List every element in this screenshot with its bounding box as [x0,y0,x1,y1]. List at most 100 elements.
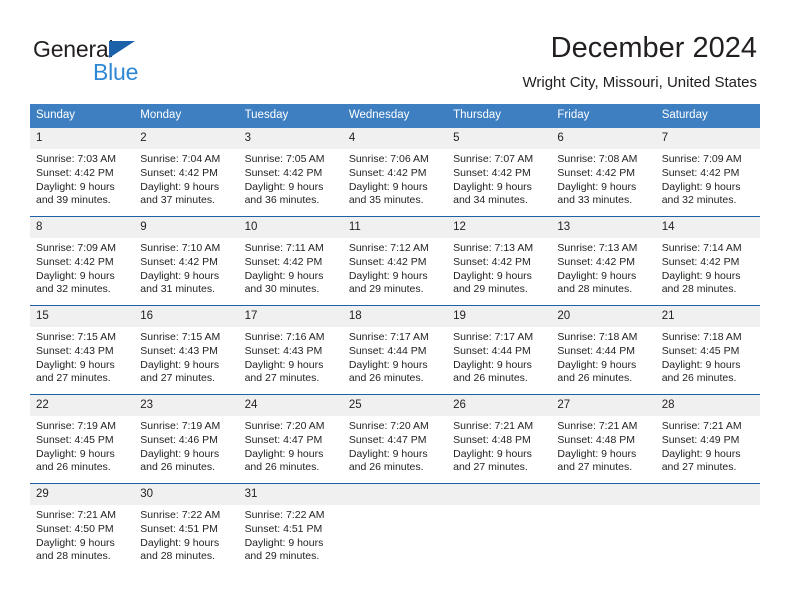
day-cell[interactable]: 24 Sunrise: 7:20 AM Sunset: 4:47 PM Dayl… [238,394,343,484]
sunset-text: Sunset: 4:42 PM [36,255,114,268]
day-number: 27 [551,395,656,416]
sunrise-text: Sunrise: 7:13 AM [557,242,638,254]
day-cell[interactable]: 14 Sunrise: 7:14 AM Sunset: 4:42 PM Dayl… [655,216,760,306]
daylight-text: Daylight: 9 hours and 26 minutes. [36,447,115,474]
day-cell[interactable]: 31 Sunrise: 7:22 AM Sunset: 4:51 PM Dayl… [238,483,343,579]
sunrise-text: Sunrise: 7:19 AM [140,420,221,432]
weekday-header-tuesday: Tuesday [238,104,343,128]
sunrise-text: Sunrise: 7:17 AM [348,331,429,343]
day-cell[interactable]: 10 Sunrise: 7:11 AM Sunset: 4:42 PM Dayl… [238,216,343,306]
day-cell[interactable]: 8 Sunrise: 7:09 AM Sunset: 4:42 PM Dayli… [30,216,135,306]
day-details: Sunrise: 7:19 AM Sunset: 4:46 PM Dayligh… [134,416,238,475]
day-number: 23 [134,395,239,416]
day-cell[interactable]: 3 Sunrise: 7:05 AM Sunset: 4:42 PM Dayli… [238,128,343,217]
day-details: Sunrise: 7:05 AM Sunset: 4:42 PM Dayligh… [239,149,343,208]
day-cell[interactable]: 16 Sunrise: 7:15 AM Sunset: 4:43 PM Dayl… [134,305,239,395]
sunrise-text: Sunrise: 7:18 AM [557,331,638,343]
day-cell[interactable]: 25 Sunrise: 7:20 AM Sunset: 4:47 PM Dayl… [342,394,448,484]
day-details: Sunrise: 7:04 AM Sunset: 4:42 PM Dayligh… [134,149,238,208]
general-blue-logo[interactable]: General Blue [33,36,253,88]
logo-triangle-icon [109,41,135,58]
day-cell[interactable]: 13 Sunrise: 7:13 AM Sunset: 4:42 PM Dayl… [551,216,656,306]
day-details: Sunrise: 7:14 AM Sunset: 4:42 PM Dayligh… [656,238,760,297]
daylight-text: Daylight: 9 hours and 26 minutes. [557,358,637,385]
day-cell[interactable]: 21 Sunrise: 7:18 AM Sunset: 4:45 PM Dayl… [655,305,760,395]
weekday-header-friday: Friday [551,104,656,128]
sunset-text: Sunset: 4:43 PM [244,344,323,357]
weekday-header-sunday: Sunday [30,104,135,128]
day-cell[interactable]: 22 Sunrise: 7:19 AM Sunset: 4:45 PM Dayl… [30,394,135,484]
day-cell[interactable]: 28 Sunrise: 7:21 AM Sunset: 4:49 PM Dayl… [655,394,760,484]
day-cell-empty [342,483,448,579]
day-cell[interactable]: 7 Sunrise: 7:09 AM Sunset: 4:42 PM Dayli… [655,128,760,217]
day-cell[interactable]: 20 Sunrise: 7:18 AM Sunset: 4:44 PM Dayl… [551,305,656,395]
day-details: Sunrise: 7:15 AM Sunset: 4:43 PM Dayligh… [134,327,238,386]
calendar-week-row: 8 Sunrise: 7:09 AM Sunset: 4:42 PM Dayli… [30,216,760,306]
day-cell-empty [447,483,552,579]
weekday-header-thursday: Thursday [447,104,552,128]
day-cell[interactable]: 27 Sunrise: 7:21 AM Sunset: 4:48 PM Dayl… [551,394,656,484]
sunrise-text: Sunrise: 7:18 AM [661,331,742,343]
calendar-body: 1 Sunrise: 7:03 AM Sunset: 4:42 PM Dayli… [30,128,760,579]
day-number: 10 [238,217,343,238]
day-cell[interactable]: 1 Sunrise: 7:03 AM Sunset: 4:42 PM Dayli… [30,128,135,217]
day-cell[interactable]: 4 Sunrise: 7:06 AM Sunset: 4:42 PM Dayli… [342,128,448,217]
sunrise-text: Sunrise: 7:21 AM [557,420,638,432]
daylight-text: Daylight: 9 hours and 28 minutes. [140,536,220,563]
sunrise-text: Sunrise: 7:08 AM [557,153,638,165]
sunrise-text: Sunrise: 7:21 AM [661,420,742,432]
day-cell[interactable]: 29 Sunrise: 7:21 AM Sunset: 4:50 PM Dayl… [30,483,135,579]
day-number: 2 [134,128,239,149]
daylight-text: Daylight: 9 hours and 34 minutes. [453,180,532,207]
sunset-text: Sunset: 4:47 PM [244,433,323,446]
day-cell[interactable]: 12 Sunrise: 7:13 AM Sunset: 4:42 PM Dayl… [447,216,552,306]
day-cell-empty [655,483,760,579]
daylight-text: Daylight: 9 hours and 26 minutes. [348,358,428,385]
day-number: 18 [342,306,448,327]
sunrise-text: Sunrise: 7:15 AM [36,331,116,343]
sunset-text: Sunset: 4:51 PM [140,522,218,535]
day-number: 3 [238,128,343,149]
day-cell[interactable]: 5 Sunrise: 7:07 AM Sunset: 4:42 PM Dayli… [447,128,552,217]
day-cell[interactable]: 17 Sunrise: 7:16 AM Sunset: 4:43 PM Dayl… [238,305,343,395]
day-number: 15 [30,306,135,327]
day-cell[interactable]: 6 Sunrise: 7:08 AM Sunset: 4:42 PM Dayli… [551,128,656,217]
day-details: Sunrise: 7:11 AM Sunset: 4:42 PM Dayligh… [239,238,343,297]
day-cell[interactable]: 30 Sunrise: 7:22 AM Sunset: 4:51 PM Dayl… [134,483,239,579]
day-number: 22 [30,395,135,416]
sunrise-text: Sunrise: 7:15 AM [140,331,221,343]
page-title: December 2024 [550,32,757,64]
sunset-text: Sunset: 4:43 PM [140,344,218,357]
daylight-text: Daylight: 9 hours and 29 minutes. [453,269,532,296]
daylight-text: Daylight: 9 hours and 27 minutes. [453,447,532,474]
sunset-text: Sunset: 4:48 PM [453,433,531,446]
day-details: Sunrise: 7:15 AM Sunset: 4:43 PM Dayligh… [30,327,134,386]
day-cell[interactable]: 11 Sunrise: 7:12 AM Sunset: 4:42 PM Dayl… [342,216,448,306]
sunrise-text: Sunrise: 7:03 AM [36,153,116,165]
sunset-text: Sunset: 4:42 PM [661,166,740,179]
day-cell[interactable]: 15 Sunrise: 7:15 AM Sunset: 4:43 PM Dayl… [30,305,135,395]
day-details: Sunrise: 7:13 AM Sunset: 4:42 PM Dayligh… [447,238,551,297]
day-details: Sunrise: 7:21 AM Sunset: 4:49 PM Dayligh… [656,416,760,475]
sunrise-text: Sunrise: 7:07 AM [453,153,534,165]
daylight-text: Daylight: 9 hours and 28 minutes. [661,269,741,296]
day-cell[interactable]: 9 Sunrise: 7:10 AM Sunset: 4:42 PM Dayli… [134,216,239,306]
day-cell[interactable]: 2 Sunrise: 7:04 AM Sunset: 4:42 PM Dayli… [134,128,239,217]
day-number: 6 [551,128,656,149]
daylight-text: Daylight: 9 hours and 26 minutes. [140,447,220,474]
sunset-text: Sunset: 4:43 PM [36,344,114,357]
day-number: 4 [342,128,448,149]
sunrise-text: Sunrise: 7:22 AM [244,509,325,521]
daylight-text: Daylight: 9 hours and 29 minutes. [244,536,324,563]
day-cell[interactable]: 23 Sunrise: 7:19 AM Sunset: 4:46 PM Dayl… [134,394,239,484]
daylight-text: Daylight: 9 hours and 28 minutes. [36,536,115,563]
sunrise-text: Sunrise: 7:09 AM [661,153,742,165]
calendar-page: General Blue December 2024 Wright City, … [0,0,792,612]
day-details: Sunrise: 7:16 AM Sunset: 4:43 PM Dayligh… [239,327,343,386]
day-number: 11 [342,217,448,238]
day-cell[interactable]: 18 Sunrise: 7:17 AM Sunset: 4:44 PM Dayl… [342,305,448,395]
day-cell[interactable]: 19 Sunrise: 7:17 AM Sunset: 4:44 PM Dayl… [447,305,552,395]
day-number: 28 [655,395,760,416]
weekday-header-wednesday: Wednesday [342,104,448,128]
day-cell[interactable]: 26 Sunrise: 7:21 AM Sunset: 4:48 PM Dayl… [447,394,552,484]
